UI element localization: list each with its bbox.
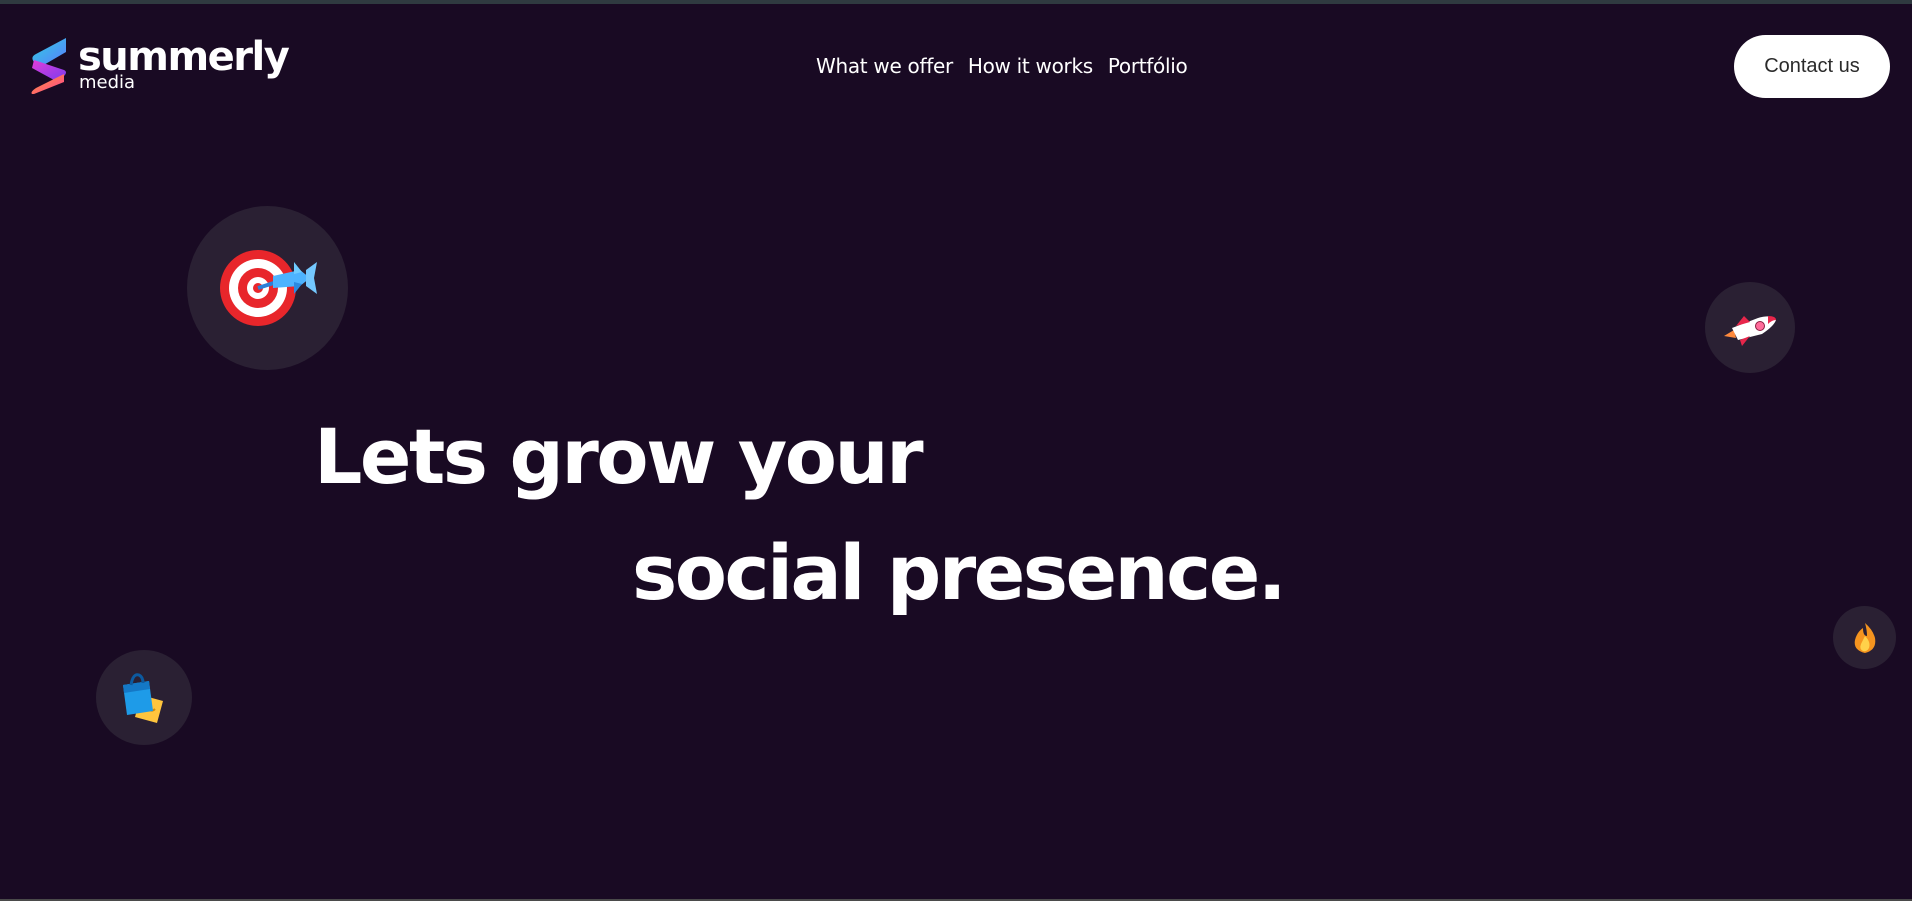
hero-line-2: social presence. bbox=[632, 528, 1287, 617]
summerly-logo-icon bbox=[31, 38, 66, 94]
nav-link-portfolio[interactable]: Portfólio bbox=[1108, 54, 1188, 78]
target-dart-icon bbox=[219, 250, 317, 326]
rocket-bubble bbox=[1705, 282, 1795, 373]
hero-line-1: Lets grow your bbox=[314, 412, 924, 501]
nav-link-how-it-works[interactable]: How it works bbox=[968, 54, 1093, 78]
brand-wordmark: summerly media bbox=[78, 36, 290, 92]
brand-logo[interactable]: summerly media bbox=[28, 36, 290, 96]
fire-icon bbox=[1854, 622, 1875, 653]
contact-us-button[interactable]: Contact us bbox=[1734, 35, 1890, 98]
rocket-icon bbox=[1724, 315, 1776, 346]
shopping-bags-bubble bbox=[96, 650, 192, 745]
main-nav: What we offer How it works Portfólio bbox=[816, 54, 1188, 78]
nav-link-what-we-offer[interactable]: What we offer bbox=[816, 54, 953, 78]
top-border bbox=[0, 0, 1912, 4]
fire-bubble bbox=[1833, 606, 1896, 669]
shopping-bags-icon bbox=[123, 672, 163, 723]
landing-page: summerly media What we offer How it work… bbox=[0, 0, 1912, 901]
target-bubble bbox=[187, 206, 348, 370]
